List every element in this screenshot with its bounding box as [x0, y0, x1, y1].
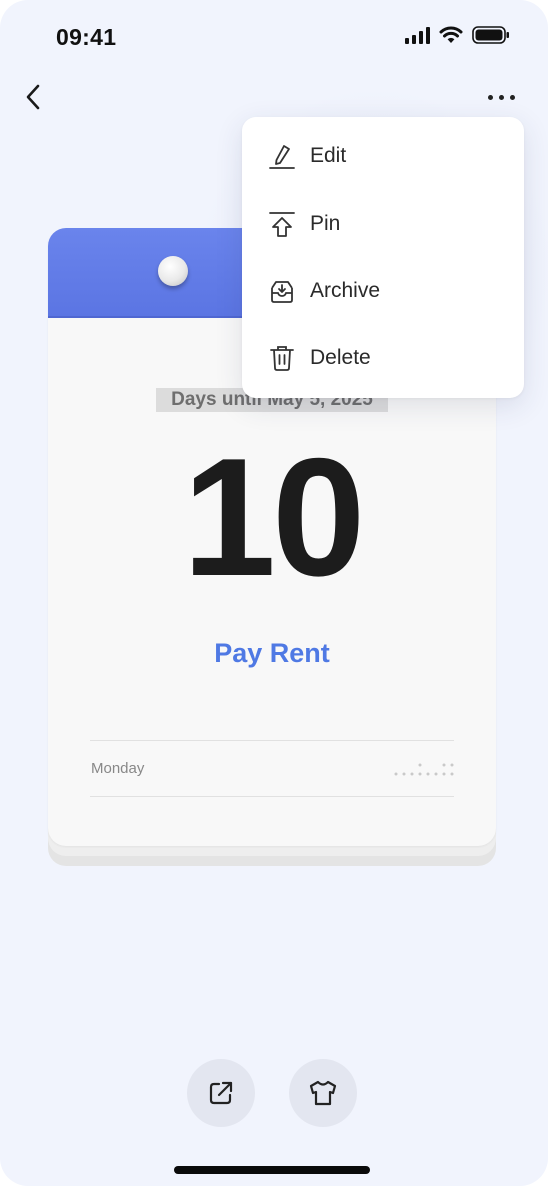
- pencil-icon: [269, 145, 295, 169]
- chevron-left-icon: [26, 84, 40, 110]
- share-button[interactable]: [187, 1059, 255, 1127]
- divider: [90, 740, 454, 741]
- menu-item-label: Delete: [310, 346, 371, 369]
- divider: [90, 796, 454, 797]
- menu-item-archive[interactable]: Archive: [242, 258, 524, 324]
- dot-pattern-icon: [394, 763, 454, 776]
- menu-item-label: Pin: [310, 212, 341, 235]
- menu-item-delete[interactable]: Delete: [242, 325, 524, 391]
- event-title: Pay Rent: [214, 638, 330, 668]
- back-button[interactable]: [20, 80, 48, 114]
- shirt-theme-icon: [309, 1080, 337, 1106]
- weekday-label: Monday: [91, 760, 145, 777]
- pin-up-arrow-icon: [269, 212, 295, 237]
- days-count: 10: [182, 423, 366, 611]
- battery-icon: [472, 26, 509, 44]
- menu-item-label: Archive: [310, 279, 381, 302]
- wifi-icon: [439, 26, 463, 43]
- more-options-button[interactable]: [488, 88, 526, 106]
- theme-button[interactable]: [289, 1059, 357, 1127]
- cellular-signal-icon: [405, 26, 430, 44]
- status-icons: [405, 26, 510, 44]
- home-indicator[interactable]: [174, 1166, 370, 1174]
- menu-item-edit[interactable]: Edit: [242, 123, 524, 189]
- menu-item-label: Edit: [310, 144, 347, 167]
- more-dot-icon: [488, 94, 493, 100]
- trash-icon: [270, 346, 294, 371]
- screen: 09:41 Days until May 5, 2025 10 Pay Rent…: [0, 0, 548, 1186]
- more-dot-icon: [499, 94, 504, 100]
- pushpin-icon: [158, 256, 188, 286]
- menu-item-pin[interactable]: Pin: [242, 191, 524, 257]
- archive-tray-icon: [271, 281, 293, 303]
- status-time: 09:41: [56, 24, 117, 50]
- options-menu: Edit Pin Archive Delete: [242, 117, 524, 398]
- more-dot-icon: [510, 94, 515, 100]
- share-external-icon: [209, 1081, 233, 1105]
